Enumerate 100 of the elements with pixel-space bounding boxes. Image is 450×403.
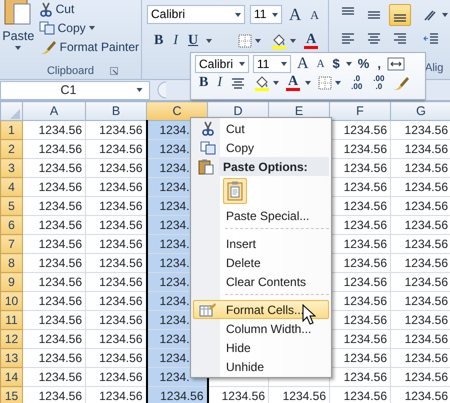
row-header[interactable]: 12 xyxy=(0,330,22,348)
table-cell: 1234.56 xyxy=(22,158,86,178)
indent-button[interactable] xyxy=(421,32,441,45)
underline-button[interactable]: U xyxy=(186,33,200,49)
caret-icon xyxy=(88,26,95,30)
fill-color-button[interactable] xyxy=(252,75,282,91)
paste-option-button[interactable] xyxy=(223,178,247,204)
grow-font-button[interactable]: A xyxy=(295,56,311,72)
format-cells-icon xyxy=(199,302,217,317)
cut-button[interactable]: Cut xyxy=(36,1,141,17)
fill-color-icon xyxy=(271,33,288,49)
bold-button[interactable]: B xyxy=(152,33,166,49)
bold-button[interactable]: B xyxy=(197,75,210,91)
align-center-icon xyxy=(367,32,381,45)
table-cell: 1234.56 xyxy=(22,272,86,292)
caret-icon xyxy=(442,13,448,17)
copy-button[interactable]: Copy xyxy=(36,20,141,36)
merge-cells-icon[interactable] xyxy=(386,57,405,71)
table-cell: 1234.56 xyxy=(22,178,86,196)
format-painter-icon[interactable] xyxy=(392,76,410,90)
borders-button[interactable] xyxy=(316,76,344,90)
grow-font-button[interactable]: A xyxy=(287,6,304,22)
paste-button[interactable]: Paste xyxy=(0,0,37,64)
decrease-decimal-button[interactable]: .00 .0 xyxy=(370,75,388,91)
row-header[interactable]: 1 xyxy=(0,120,22,140)
shrink-font-button[interactable]: A xyxy=(308,6,321,22)
scissors-icon xyxy=(201,121,215,136)
align-middle-icon xyxy=(367,11,381,19)
shrink-font-button[interactable]: A xyxy=(314,56,327,72)
paste-icon xyxy=(227,181,243,201)
row-header[interactable]: 6 xyxy=(0,216,22,234)
row-header[interactable]: 9 xyxy=(0,272,22,292)
table-cell: 1234.56 xyxy=(22,330,86,348)
caret-icon xyxy=(255,39,262,43)
font-size-field[interactable]: 11 xyxy=(250,5,282,24)
row-header[interactable]: 8 xyxy=(0,254,22,272)
font-name-field[interactable]: Calibri xyxy=(147,5,245,24)
row-header[interactable]: 4 xyxy=(0,178,22,196)
italic-button[interactable]: I xyxy=(215,75,224,91)
scissors-icon xyxy=(38,2,53,16)
table-cell: 1234.56 xyxy=(22,368,86,386)
caret-icon xyxy=(235,12,241,16)
group-label: Clipboard xyxy=(46,64,94,78)
caret-icon xyxy=(290,39,296,43)
dialog-launcher-icon[interactable] xyxy=(110,67,118,75)
row-header[interactable]: 10 xyxy=(0,292,22,310)
table-cell: 1234.56 xyxy=(22,254,86,272)
column-header[interactable]: A xyxy=(22,102,86,120)
table-cell: 1234.56 xyxy=(22,120,86,140)
table-cell: 1234.56 xyxy=(22,140,86,158)
column-header[interactable]: B xyxy=(86,102,146,120)
align-bottom-icon xyxy=(393,14,407,22)
caret-icon xyxy=(272,12,278,16)
italic-button[interactable]: I xyxy=(171,33,180,49)
percent-button[interactable]: % xyxy=(356,56,372,72)
mouse-cursor-icon xyxy=(302,304,316,326)
table-cell: 1234.56 xyxy=(146,386,208,403)
clipboard-icon xyxy=(3,0,34,26)
table-cell: 1234.56 xyxy=(22,310,86,330)
font-color-button[interactable]: A xyxy=(304,33,318,49)
table-cell: 1234.56 xyxy=(22,196,86,216)
row-header[interactable]: 3 xyxy=(0,158,22,178)
font-name-field[interactable]: Calibri xyxy=(195,55,249,73)
borders-button[interactable] xyxy=(236,34,264,48)
row-header[interactable]: 5 xyxy=(0,196,22,216)
caret-icon xyxy=(239,62,245,66)
splitter-handle-icon[interactable] xyxy=(156,81,168,99)
increase-decimal-button[interactable]: .0 .00 xyxy=(348,75,366,91)
row-header[interactable]: 11 xyxy=(0,310,22,330)
row-header[interactable]: 13 xyxy=(0,348,22,368)
align-top-icon xyxy=(341,7,355,15)
copy-icon xyxy=(200,140,216,154)
caret-icon xyxy=(281,62,287,66)
row-header[interactable]: 14 xyxy=(0,368,22,386)
indent-icon xyxy=(423,32,439,45)
font-size-field[interactable]: 11 xyxy=(253,55,291,73)
paintbrush-icon xyxy=(38,40,57,54)
align-center-icon xyxy=(231,76,246,90)
name-box[interactable]: C1 xyxy=(0,80,150,100)
row-header[interactable]: 2 xyxy=(0,140,22,158)
column-header[interactable]: G xyxy=(390,102,450,120)
column-header[interactable]: F xyxy=(330,102,390,120)
caret-icon xyxy=(346,62,352,66)
format-painter-button[interactable]: Format Painter xyxy=(36,39,141,55)
caret-icon xyxy=(136,88,143,92)
fill-color-icon xyxy=(254,75,270,91)
font-color-button[interactable]: A xyxy=(286,75,300,91)
currency-button[interactable]: $ xyxy=(330,56,342,72)
align-left-icon xyxy=(341,32,355,45)
vertical-align-button[interactable] xyxy=(389,4,411,26)
column-header[interactable]: C xyxy=(146,102,208,120)
copy-icon xyxy=(38,21,55,35)
caret-icon xyxy=(206,39,212,43)
row-header[interactable]: 7 xyxy=(0,234,22,254)
row-header[interactable]: 15 xyxy=(0,386,22,403)
menu-item[interactable]: Format Cells... xyxy=(193,300,329,319)
clipboard-icon xyxy=(198,158,214,174)
comma-button[interactable]: , xyxy=(375,56,383,72)
table-cell: 1234.56 xyxy=(22,292,86,310)
fill-color-button[interactable] xyxy=(269,33,298,49)
